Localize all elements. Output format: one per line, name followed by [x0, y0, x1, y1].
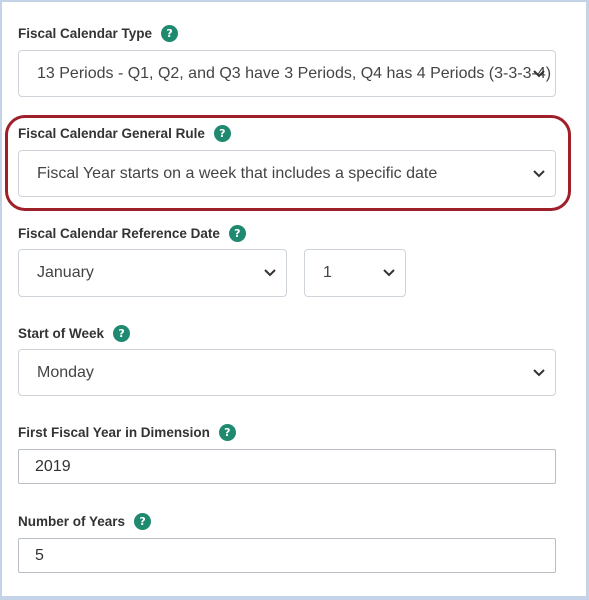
- chevron-down-icon: [383, 269, 395, 277]
- general-rule-value: Fiscal Year starts on a week that includ…: [37, 164, 438, 182]
- general-rule-label: Fiscal Calendar General Rule: [18, 125, 205, 141]
- reference-day-select[interactable]: 1: [304, 249, 406, 297]
- first-fiscal-year-input[interactable]: 2019: [18, 449, 556, 484]
- first-fiscal-year-label: First Fiscal Year in Dimension: [18, 424, 210, 440]
- chevron-down-icon: [533, 169, 545, 177]
- reference-date-label: Fiscal Calendar Reference Date: [18, 225, 220, 241]
- first-fiscal-year-label-row: First Fiscal Year in Dimension ?: [18, 423, 236, 441]
- calendar-type-label-row: Fiscal Calendar Type ?: [18, 24, 179, 42]
- general-rule-label-row: Fiscal Calendar General Rule ?: [18, 124, 231, 142]
- first-fiscal-year-help-icon[interactable]: ?: [218, 423, 236, 441]
- number-of-years-label: Number of Years: [18, 513, 126, 529]
- calendar-type-label: Fiscal Calendar Type: [18, 25, 153, 41]
- reference-day-value: 1: [323, 264, 332, 281]
- calendar-type-help-icon[interactable]: ?: [161, 24, 179, 42]
- general-rule-select[interactable]: Fiscal Year starts on a week that includ…: [18, 150, 556, 197]
- number-of-years-help-icon[interactable]: ?: [134, 512, 152, 530]
- reference-month-value: January: [37, 264, 94, 281]
- number-of-years-input[interactable]: 5: [18, 538, 556, 573]
- reference-date-label-row: Fiscal Calendar Reference Date ?: [18, 224, 246, 242]
- start-of-week-value: Monday: [37, 363, 94, 381]
- start-of-week-select[interactable]: Monday: [18, 349, 556, 396]
- start-of-week-help-icon[interactable]: ?: [113, 324, 131, 342]
- number-of-years-value: 5: [35, 546, 44, 564]
- first-fiscal-year-value: 2019: [35, 457, 71, 475]
- reference-month-select[interactable]: January: [18, 249, 287, 297]
- calendar-type-value: 13 Periods - Q1, Q2, and Q3 have 3 Perio…: [37, 64, 552, 82]
- start-of-week-label: Start of Week: [18, 325, 105, 341]
- chevron-down-icon: [533, 69, 545, 77]
- chevron-down-icon: [264, 269, 276, 277]
- reference-date-help-icon[interactable]: ?: [228, 224, 246, 242]
- general-rule-help-icon[interactable]: ?: [213, 124, 231, 142]
- chevron-down-icon: [533, 368, 545, 376]
- start-of-week-label-row: Start of Week ?: [18, 324, 131, 342]
- calendar-type-select[interactable]: 13 Periods - Q1, Q2, and Q3 have 3 Perio…: [18, 50, 556, 97]
- number-of-years-label-row: Number of Years ?: [18, 512, 152, 530]
